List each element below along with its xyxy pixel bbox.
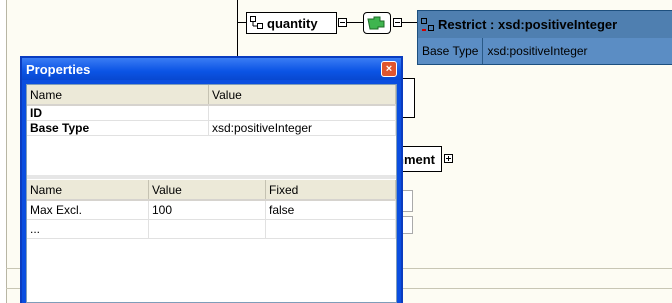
close-icon[interactable]: ×: [381, 61, 397, 77]
facet-value[interactable]: [148, 219, 266, 239]
column-header-value[interactable]: Value: [208, 85, 396, 106]
facets-table: Name Value Fixed Max Excl. 100 false ...: [27, 180, 396, 239]
facet-name: Max Excl.: [27, 200, 149, 220]
table-row[interactable]: ID: [27, 105, 396, 121]
quantity-label: quantity: [267, 16, 318, 31]
sequence-icon: [367, 16, 385, 30]
element-icon: [250, 16, 263, 29]
connector-line: [237, 0, 238, 60]
column-header-name[interactable]: Name: [27, 85, 209, 106]
expand-toggle[interactable]: [444, 154, 453, 163]
column-header-value[interactable]: Value: [148, 180, 266, 201]
attribute-name: Base Type: [27, 120, 209, 136]
connector-line: [347, 22, 363, 23]
facet-fixed[interactable]: [265, 219, 396, 239]
table-row[interactable]: Base Type xsd:positiveInteger: [27, 120, 396, 136]
quantity-element-node[interactable]: quantity: [246, 12, 337, 34]
properties-title-bar[interactable]: Properties: [22, 58, 401, 80]
base-type-label: Base Type: [422, 44, 479, 58]
table-row[interactable]: ...: [27, 219, 396, 239]
column-header-name[interactable]: Name: [27, 180, 149, 201]
attributes-table: Name Value ID Base Type xsd:positiveInte…: [27, 85, 396, 136]
base-type-value: xsd:positiveInteger: [487, 44, 588, 58]
restrict-type: xsd:positiveInteger: [497, 17, 618, 32]
properties-panel: Name Value ID Base Type xsd:positiveInte…: [26, 84, 397, 303]
facet-fixed[interactable]: false: [265, 200, 396, 220]
facet-name[interactable]: ...: [27, 219, 149, 239]
panel-splitter[interactable]: [27, 175, 396, 179]
attribute-name: ID: [27, 105, 209, 121]
properties-title: Properties: [26, 61, 91, 77]
element-icon: [421, 17, 434, 31]
attribute-value[interactable]: [208, 105, 396, 121]
connector-line: [402, 22, 417, 23]
sequence-compositor-node[interactable]: [363, 12, 391, 34]
attribute-value[interactable]: xsd:positiveInteger: [208, 120, 396, 136]
collapse-toggle[interactable]: [338, 18, 347, 27]
table-row[interactable]: Max Excl. 100 false: [27, 200, 396, 220]
column-header-fixed[interactable]: Fixed: [265, 180, 396, 201]
restrict-title: Restrict :: [438, 17, 495, 32]
restriction-node[interactable]: Restrict : xsd:positiveInteger Base Type…: [417, 10, 672, 65]
facet-value[interactable]: 100: [148, 200, 266, 220]
properties-window[interactable]: Properties × Name Value ID Base Type xsd…: [20, 56, 403, 303]
collapse-toggle[interactable]: [393, 18, 402, 27]
